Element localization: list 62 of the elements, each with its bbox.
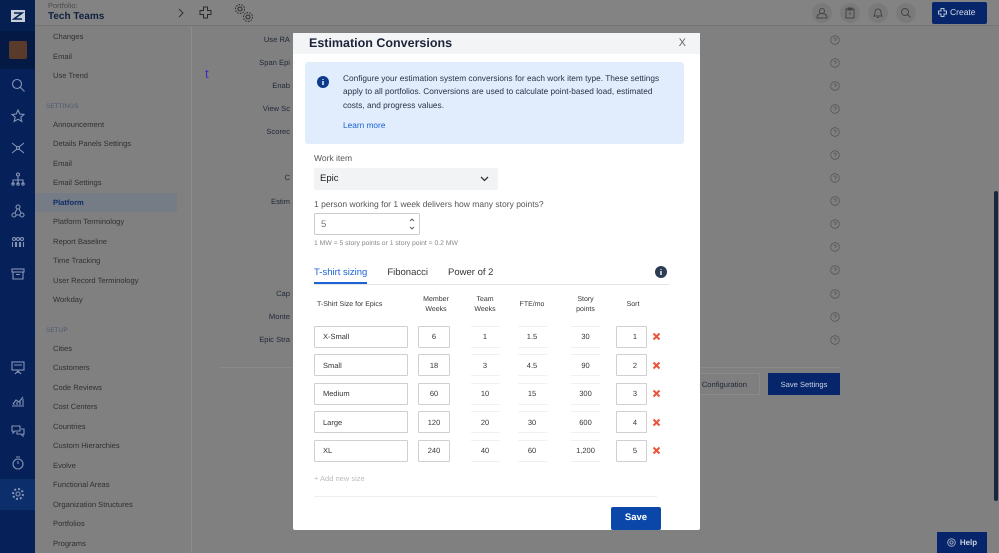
chevron-right-icon[interactable] [178,8,184,18]
star-icon[interactable] [10,109,24,124]
archive-icon[interactable] [10,266,24,281]
modal-title: Estimation Conversions [309,35,452,52]
user-icon[interactable] [816,6,828,18]
logo-icon [10,8,26,22]
delete-icon[interactable] [652,389,660,398]
spinner-icon [409,217,415,232]
plus-icon[interactable] [199,6,212,19]
network-icon[interactable] [10,140,24,155]
help-button[interactable]: Help [937,532,987,553]
learn-more-link[interactable]: Learn more [343,118,386,132]
save-button[interactable]: Save [611,507,661,530]
field-label: 1 person working for 1 week delivers how many story points? [314,198,545,210]
help-icon[interactable] [830,265,840,276]
help-icon[interactable] [830,173,840,184]
tab[interactable]: Power of 2 [448,266,494,284]
help-icon[interactable] [830,196,840,206]
portfolio-name[interactable]: Tech Teams [48,11,192,23]
bell-icon[interactable] [872,6,884,18]
help-icon[interactable] [830,312,840,322]
settings-icon[interactable] [10,487,24,502]
info-text: Configure your estimation system conversions for each work item type. These settings apply to all portfolios. Conversions are used to calculate point-based load, estimated costs, and progress values. [343,72,660,112]
hierarchy-icon[interactable] [10,172,24,186]
gears-icon[interactable] [234,2,254,22]
tab[interactable]: T-shirt sizing [314,266,368,284]
story-points-input[interactable]: 5 [314,213,420,236]
nodes-icon[interactable] [10,204,24,218]
presentation-icon[interactable] [10,361,24,376]
plus-icon [938,8,947,17]
help-icon[interactable] [830,126,840,137]
scrollbar[interactable] [994,191,998,501]
delete-icon[interactable] [652,418,660,427]
help-icon[interactable] [830,104,840,114]
team-icon[interactable] [10,235,24,250]
help-icon[interactable] [830,58,840,68]
info-icon[interactable] [655,266,667,278]
help-icon[interactable] [830,288,840,299]
delete-icon[interactable] [652,360,660,370]
delete-icon[interactable] [652,332,660,342]
close-button[interactable]: X [676,35,688,52]
stopwatch-icon[interactable] [10,456,24,470]
help-icon[interactable] [830,34,840,45]
lifebuoy-icon [946,538,956,547]
help-icon[interactable] [830,242,840,252]
search-icon[interactable] [10,78,24,92]
search-icon[interactable] [900,6,912,18]
field-label: Work item [314,152,354,165]
stray-letter: t [205,65,209,83]
delete-icon[interactable] [652,446,660,456]
info-icon [317,76,329,88]
work-item-dropdown[interactable]: Epic [314,168,498,190]
help-icon[interactable] [830,219,840,230]
chevron-down-icon [480,176,489,182]
chat-icon[interactable] [10,424,24,438]
help-icon[interactable] [830,334,840,345]
tab[interactable]: Fibonacci [387,266,428,284]
avatar-photo-placeholder [8,41,26,59]
create-button[interactable]: Create [932,2,987,24]
clipboard-icon[interactable] [844,6,856,18]
help-icon[interactable] [830,80,840,91]
help-icon[interactable] [830,150,840,160]
